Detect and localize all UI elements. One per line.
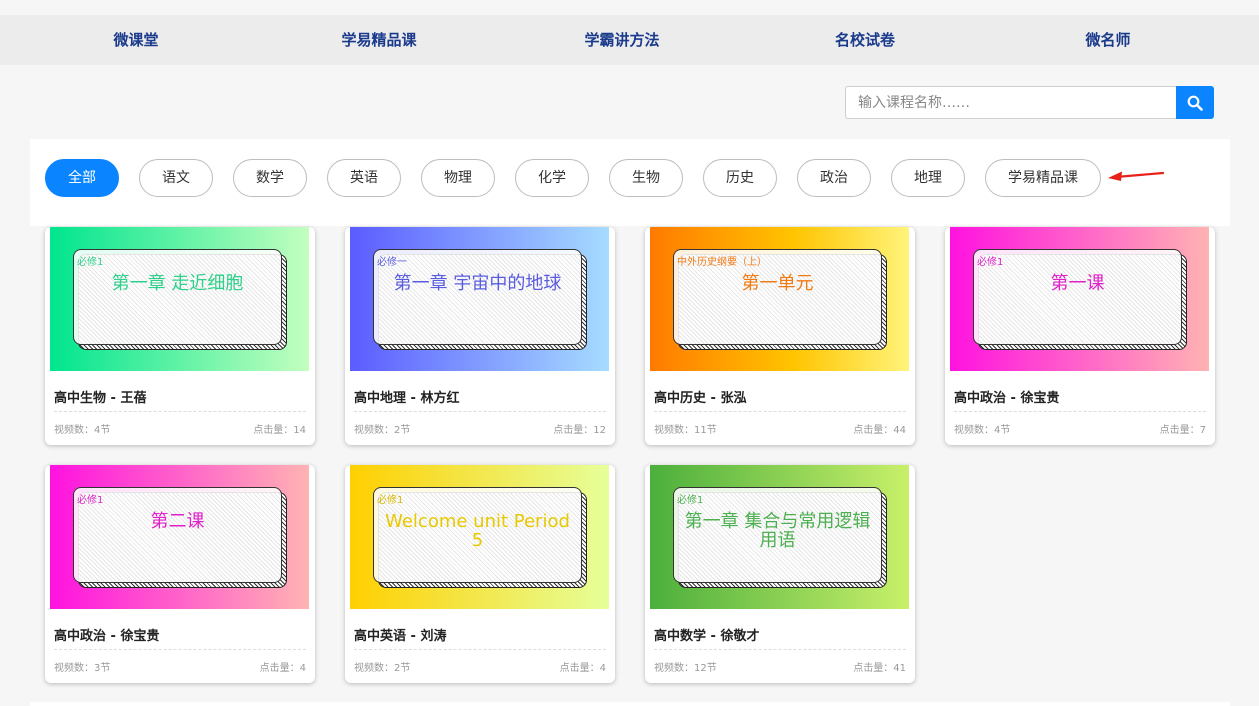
course-tag: 必修1 (77, 257, 104, 268)
course-heading: Welcome unit Period 5 (385, 511, 570, 551)
filter-english[interactable]: 英语 (327, 159, 401, 197)
filter-all[interactable]: 全部 (45, 159, 119, 197)
top-nav: 微课堂 学易精品课 学霸讲方法 名校试卷 微名师 (0, 15, 1259, 65)
course-card[interactable]: 必修1 Welcome unit Period 5 高中英语 - 刘涛 视频数：… (345, 465, 615, 683)
course-thumbnail: 必修1 第一章 集合与常用逻辑用语 (650, 465, 909, 609)
course-thumbnail: 必修1 Welcome unit Period 5 (350, 465, 609, 609)
course-thumbnail: 中外历史纲要（上） 第一单元 (650, 227, 909, 371)
filter-premium-course[interactable]: 学易精品课 (985, 159, 1101, 197)
video-count: 视频数：4节 (954, 425, 1011, 436)
course-heading: 第一章 集合与常用逻辑用语 (684, 511, 871, 551)
nav-item-weiketang[interactable]: 微课堂 (113, 15, 158, 65)
course-title[interactable]: 高中生物 - 王蓓 (54, 387, 146, 406)
course-title[interactable]: 高中政治 - 徐宝贵 (954, 387, 1059, 406)
course-heading: 第一章 走近细胞 (111, 273, 244, 294)
course-card[interactable]: 中外历史纲要（上） 第一单元 高中历史 - 张泓 视频数：11节 点击量：44 (645, 227, 915, 445)
filter-history[interactable]: 历史 (703, 159, 777, 197)
click-count: 点击量：4 (259, 663, 306, 674)
course-heading: 第二课 (150, 511, 205, 532)
course-tag: 必修1 (77, 495, 104, 506)
filter-math[interactable]: 数学 (233, 159, 307, 197)
course-title[interactable]: 高中英语 - 刘涛 (354, 625, 446, 644)
course-card[interactable]: 必修1 第一章 集合与常用逻辑用语 高中数学 - 徐敬才 视频数：12节 点击量… (645, 465, 915, 683)
nav-item-xueyi-jingpinke[interactable]: 学易精品课 (341, 15, 416, 65)
course-title[interactable]: 高中数学 - 徐敬才 (654, 625, 759, 644)
filter-physics[interactable]: 物理 (421, 159, 495, 197)
course-tag: 必修1 (977, 257, 1004, 268)
filter-chemistry[interactable]: 化学 (515, 159, 589, 197)
video-count: 视频数：3节 (54, 663, 111, 674)
click-count: 点击量：12 (553, 425, 606, 436)
course-tag: 必修1 (377, 495, 404, 506)
course-thumbnail: 必修一 第一章 宇宙中的地球 (350, 227, 609, 371)
video-count: 视频数：4节 (54, 425, 111, 436)
nav-item-mingxiao-shijuan[interactable]: 名校试卷 (835, 15, 895, 65)
search-input[interactable] (845, 86, 1176, 119)
course-card[interactable]: 必修1 第二课 高中政治 - 徐宝贵 视频数：3节 点击量：4 (45, 465, 315, 683)
red-arrow-icon (1108, 171, 1165, 181)
content-bottom-edge (30, 702, 1230, 706)
click-count: 点击量：4 (559, 663, 606, 674)
course-title[interactable]: 高中地理 - 林方红 (354, 387, 459, 406)
subject-filter-panel: 全部 语文 数学 英语 物理 化学 生物 历史 政治 地理 学易精品课 (30, 139, 1230, 226)
nav-item-xueba-jiang-fangfa[interactable]: 学霸讲方法 (584, 15, 659, 65)
course-tag: 中外历史纲要（上） (677, 257, 767, 268)
click-count: 点击量：44 (853, 425, 906, 436)
click-count: 点击量：14 (253, 425, 306, 436)
filter-politics[interactable]: 政治 (797, 159, 871, 197)
video-count: 视频数：2节 (354, 425, 411, 436)
course-heading: 第一课 (1050, 273, 1105, 294)
video-count: 视频数：11节 (654, 425, 717, 436)
video-count: 视频数：12节 (654, 663, 717, 674)
course-title[interactable]: 高中政治 - 徐宝贵 (54, 625, 159, 644)
course-tag: 必修一 (377, 257, 407, 268)
filter-geography[interactable]: 地理 (891, 159, 965, 197)
course-card[interactable]: 必修1 第一课 高中政治 - 徐宝贵 视频数：4节 点击量：7 (945, 227, 1215, 445)
search-icon (1187, 95, 1203, 111)
course-title[interactable]: 高中历史 - 张泓 (654, 387, 746, 406)
course-thumbnail: 必修1 第二课 (50, 465, 309, 609)
nav-item-wei-mingshi[interactable]: 微名师 (1085, 15, 1130, 65)
course-card[interactable]: 必修一 第一章 宇宙中的地球 高中地理 - 林方红 视频数：2节 点击量：12 (345, 227, 615, 445)
course-thumbnail: 必修1 第一课 (950, 227, 1209, 371)
filter-chinese[interactable]: 语文 (139, 159, 213, 197)
video-count: 视频数：2节 (354, 663, 411, 674)
course-heading: 第一章 宇宙中的地球 (393, 273, 562, 294)
course-thumbnail: 必修1 第一章 走近细胞 (50, 227, 309, 371)
click-count: 点击量：41 (853, 663, 906, 674)
course-heading: 第一单元 (741, 273, 814, 294)
search-button[interactable] (1176, 86, 1214, 119)
course-card[interactable]: 必修1 第一章 走近细胞 高中生物 - 王蓓 视频数：4节 点击量：14 (45, 227, 315, 445)
course-tag: 必修1 (677, 495, 704, 506)
filter-biology[interactable]: 生物 (609, 159, 683, 197)
click-count: 点击量：7 (1159, 425, 1206, 436)
